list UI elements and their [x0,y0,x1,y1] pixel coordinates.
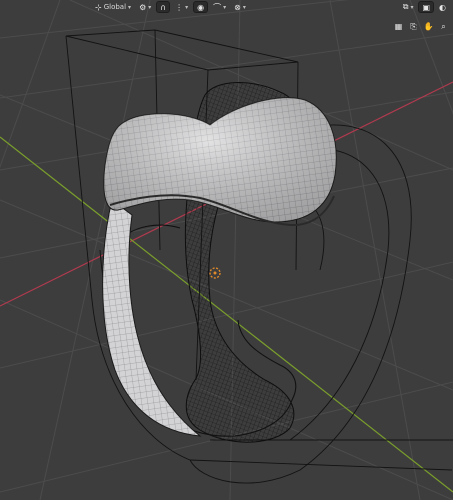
header-view-tools: ⧉ ▾ ▣ ◐ [400,0,449,14]
grid-view-button[interactable]: ▦ [392,20,405,33]
viewport-scene [0,0,453,500]
3d-viewport[interactable]: ⊹ Global ▾ ⚙ ▾ ∩ ⋮ ▾ ◉ ⌒ ▾ ⊗ ▾ ⧉ ▾ ▣ ◐ ▦… [0,0,453,500]
camera-icon: ⎘ [410,21,417,31]
options-icon: ⊗ [234,2,241,12]
pivot-point-icon: ⚙ [139,2,147,12]
header-transform-tools: ⊹ Global ▾ ⚙ ▾ ∩ ⋮ ▾ ◉ ⌒ ▾ ⊗ ▾ [92,0,249,14]
transform-orientation-dropdown[interactable]: ⊹ Global ▾ [92,1,134,13]
chevron-down-icon: ▾ [223,3,227,11]
chevron-down-icon: ▾ [185,3,189,11]
pan-view-button[interactable]: ✋ [422,20,435,33]
options-dropdown[interactable]: ⊗ ▾ [231,1,249,13]
overlays-icon: ⧉ [402,2,409,11]
falloff-dropdown[interactable]: ⌒ ▾ [210,1,229,13]
snap-target-dropdown[interactable]: ⋮ ▾ [172,1,191,13]
grid-view-icon: ▦ [394,22,403,31]
transform-orientation-label: Global [103,3,127,11]
chevron-down-icon: ▾ [242,3,246,11]
axis-gizmo-icon: ⊹ [95,2,102,12]
xray-toggle[interactable]: ▣ [418,1,435,13]
xray-toggle-icon: ▣ [422,2,431,12]
snap-toggle[interactable]: ∩ [156,1,171,13]
3d-cursor-icon[interactable] [209,267,221,279]
solid-shading-icon: ◐ [439,2,446,12]
navigation-gizmo: ▦ ⎘ ✋ ⌕ [392,20,450,33]
shading-solid-button[interactable]: ◐ [436,1,449,13]
camera-view-button[interactable]: ⎘ [407,20,420,33]
zoom-view-button[interactable]: ⌕ [437,20,450,33]
chevron-down-icon: ▾ [128,3,132,11]
chevron-down-icon: ▾ [410,3,414,11]
overlays-dropdown[interactable]: ⧉ ▾ [400,1,417,13]
hand-pan-icon: ✋ [423,22,434,31]
zoom-icon: ⌕ [441,21,446,31]
falloff-curve-icon: ⌒ [213,2,222,12]
proportional-edit-icon: ◉ [197,2,205,12]
proportional-edit-toggle[interactable]: ◉ [193,1,209,13]
magnet-icon: ∩ [160,2,167,12]
pivot-point-dropdown[interactable]: ⚙ ▾ [136,1,154,13]
chevron-down-icon: ▾ [148,3,152,11]
increment-icon: ⋮ [175,2,184,12]
